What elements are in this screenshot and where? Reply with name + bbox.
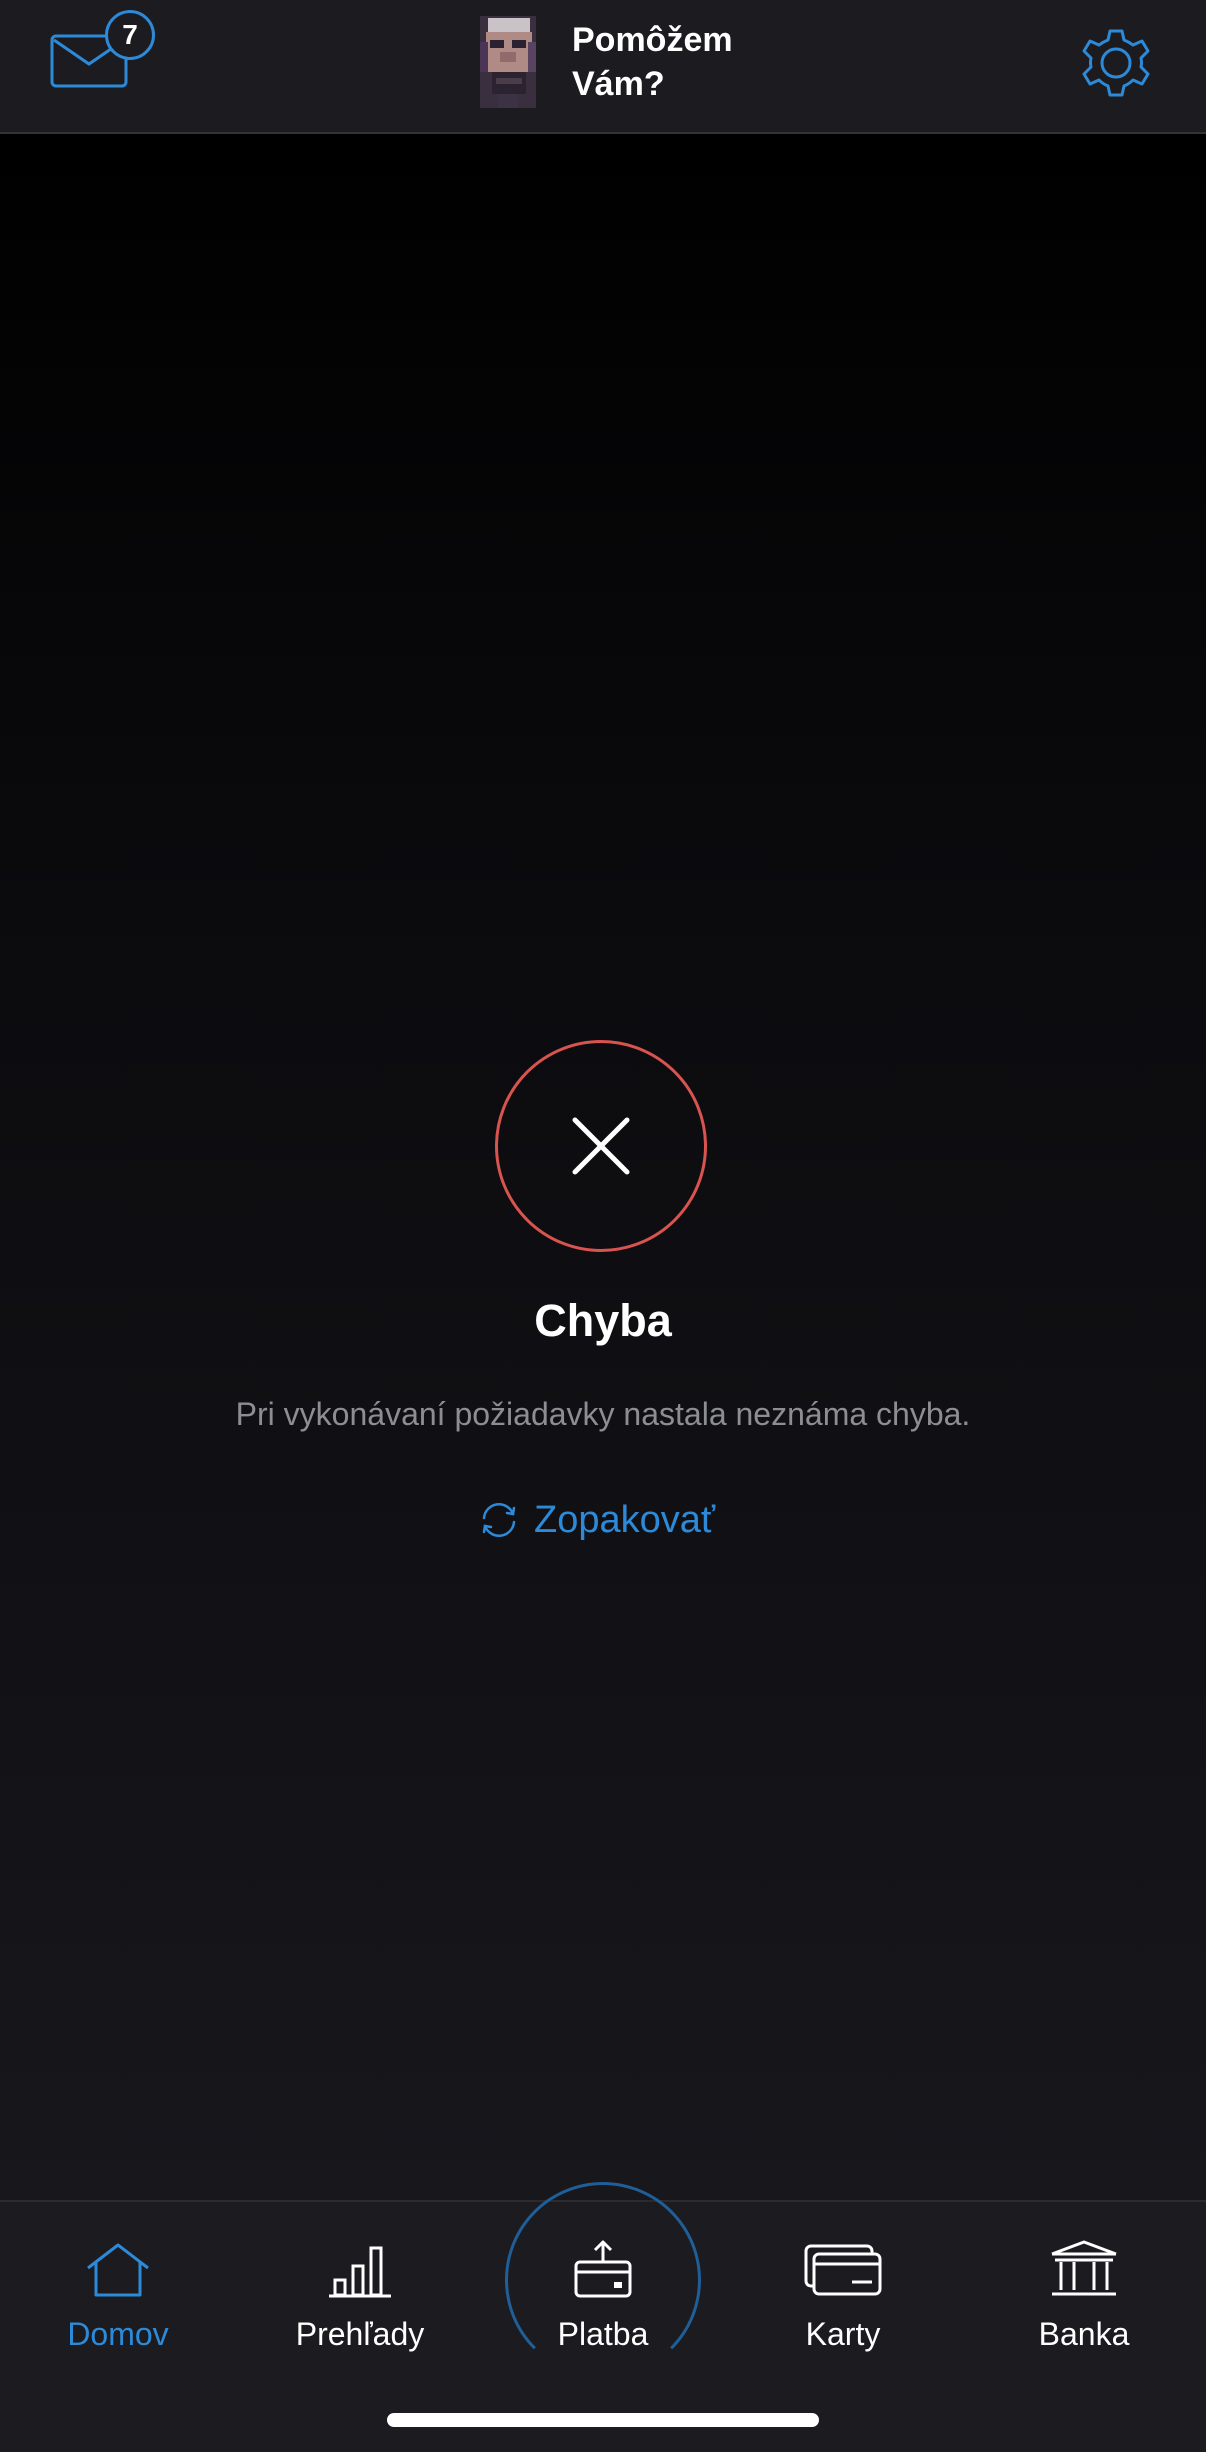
assistant-label: Pomôžem Vám?	[572, 21, 733, 103]
home-icon	[87, 2243, 149, 2297]
payment-icon	[574, 2240, 632, 2298]
close-icon	[572, 1117, 630, 1175]
unread-badge: 7	[105, 10, 155, 60]
nav-label-home: Domov	[67, 2316, 169, 2352]
error-message: Pri vykonávaní požiadavky nastala neznám…	[235, 1396, 971, 1432]
error-title: Chyba	[534, 1295, 672, 1346]
error-indicator	[495, 1040, 707, 1252]
retry-button[interactable]: Zopakovať	[476, 1490, 715, 1550]
nav-label-payment: Platba	[557, 2316, 649, 2352]
nav-tab-overviews[interactable]: Prehľady	[270, 2230, 450, 2360]
gear-icon	[1082, 29, 1150, 97]
nav-label-cards: Karty	[805, 2316, 881, 2352]
nav-label-bank: Banka	[1038, 2316, 1130, 2352]
assistant-button[interactable]: Pomôžem Vám?	[470, 12, 772, 112]
refresh-icon	[482, 1503, 516, 1537]
nav-label-overviews: Prehľady	[295, 2316, 425, 2352]
settings-button[interactable]	[1077, 24, 1155, 102]
home-indicator[interactable]	[387, 2413, 819, 2427]
messages-button[interactable]: 7	[50, 10, 160, 100]
nav-tab-payment[interactable]: Platba	[513, 2230, 693, 2360]
bar-chart-icon	[329, 2246, 391, 2298]
assistant-avatar	[480, 16, 536, 108]
retry-label: Zopakovať	[534, 1498, 716, 1541]
nav-tab-home[interactable]: Domov	[28, 2230, 208, 2360]
bank-icon	[1051, 2240, 1117, 2296]
app-screen: 7 Pomôžem Vám? Chyba Pri vykonávaní poži…	[0, 0, 1206, 2452]
cards-icon	[804, 2244, 882, 2296]
top-bar: 7 Pomôžem Vám?	[0, 0, 1206, 134]
nav-tab-cards[interactable]: Karty	[753, 2230, 933, 2360]
nav-tab-bank[interactable]: Banka	[994, 2230, 1174, 2360]
